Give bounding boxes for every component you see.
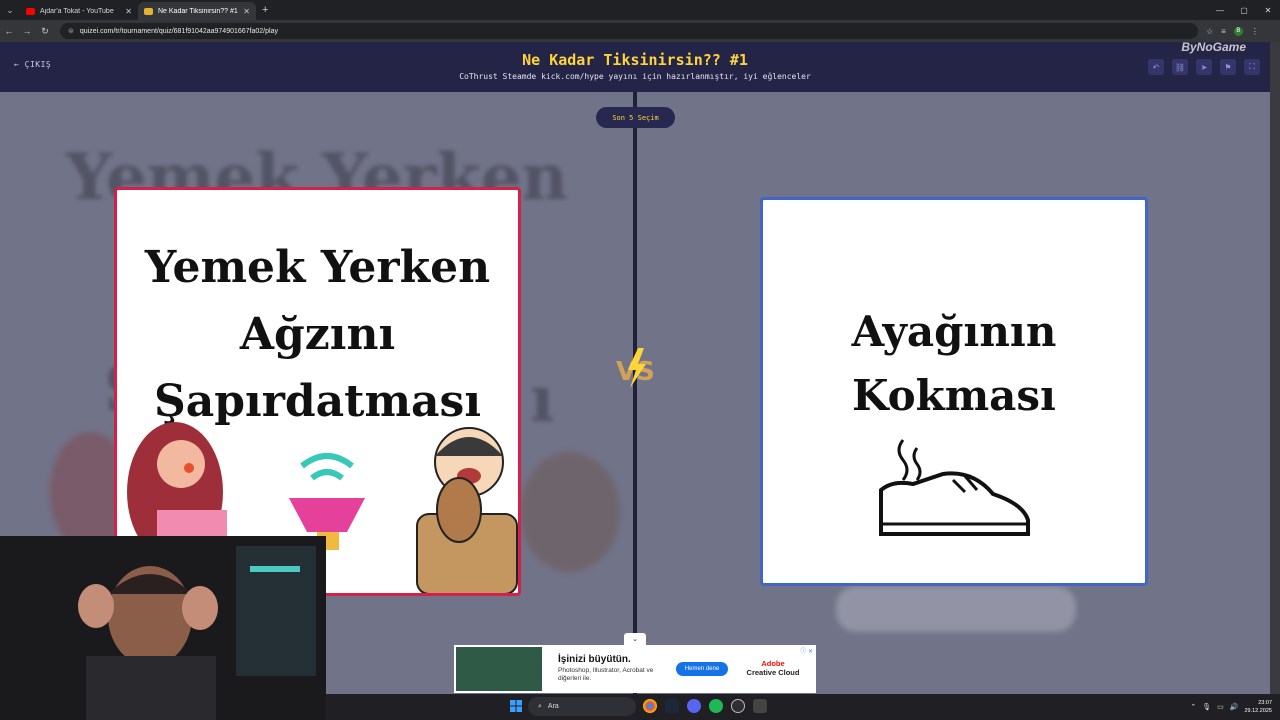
windows-start-icon[interactable] xyxy=(510,700,522,712)
choice-line: Kokması xyxy=(852,371,1056,420)
choice-label: Ayağının Kokması xyxy=(763,300,1145,428)
obs-app-icon[interactable] xyxy=(731,699,745,713)
maximize-icon[interactable]: ▢ xyxy=(1232,0,1256,20)
quiz-subtitle: CoThrust Steamde kick.com/hype yayını iç… xyxy=(459,72,811,81)
ad-brand: Adobe Creative Cloud xyxy=(740,659,806,677)
browser-tab-strip: ⌄ Ajdar'a Tokat - YouTube ✕ Ne Kadar Tik… xyxy=(0,0,1280,20)
send-icon[interactable]: ➤ xyxy=(1196,59,1212,75)
tab-youtube[interactable]: Ajdar'a Tokat - YouTube ✕ xyxy=(20,2,138,20)
menu-icon[interactable]: ⋮ xyxy=(1251,27,1259,36)
clock[interactable]: 23:07 29.12.2025 xyxy=(1244,699,1272,715)
clock-time: 23:07 xyxy=(1258,700,1272,706)
taskbar-search[interactable]: ⌕ Ara xyxy=(528,697,636,716)
choice-line: Yemek Yerken xyxy=(144,242,491,293)
quiz-header: ← ÇIKIŞ Ne Kadar Tiksinirsin?? #1 CoThru… xyxy=(0,42,1270,92)
reload-button[interactable]: ↻ xyxy=(36,20,54,42)
vs-emblem: VS xyxy=(616,348,655,388)
ad-banner[interactable]: İşinizi büyütün. Photoshop, Illustrator,… xyxy=(454,645,816,693)
site-info-icon[interactable]: ⊜ xyxy=(68,27,74,35)
flag-icon[interactable]: ⚑ xyxy=(1220,59,1236,75)
new-tab-button[interactable]: + xyxy=(262,4,268,16)
stream-watermark: ByNoGame xyxy=(1181,40,1246,54)
ad-image xyxy=(456,647,542,691)
header-tools: ↶ ⛓ ➤ ⚑ ⛶ xyxy=(1148,59,1260,75)
profile-avatar[interactable]: B xyxy=(1233,26,1243,36)
bookmark-star-icon[interactable]: ☆ xyxy=(1206,27,1213,36)
system-tray: ⌃ 🎙 ▭ 🔊 23:07 29.12.2025 xyxy=(1190,694,1280,720)
choice-card-right[interactable]: Ayağının Kokması xyxy=(760,197,1148,586)
tab-title: Ne Kadar Tiksinirsin?? #1 - Tier xyxy=(158,7,239,15)
spotify-app-icon[interactable] xyxy=(709,699,723,713)
tab-search-icon[interactable]: ⌄ xyxy=(0,0,20,20)
close-tab-icon[interactable]: ✕ xyxy=(243,7,250,16)
quiz-title: Ne Kadar Tiksinirsin?? #1 xyxy=(522,51,748,69)
tray-expand-icon[interactable]: ⌃ xyxy=(1190,703,1196,711)
close-window-icon[interactable]: ✕ xyxy=(1256,0,1280,20)
search-placeholder: Ara xyxy=(547,703,559,710)
extensions-icon[interactable]: ≡ xyxy=(1221,27,1226,36)
minimize-icon[interactable]: — xyxy=(1208,0,1232,20)
forward-button[interactable]: → xyxy=(18,20,36,42)
ad-headline: İşinizi büyütün. xyxy=(558,654,631,665)
choice-line: Ayağının xyxy=(851,307,1057,356)
last-five-choices-button[interactable]: Son 5 Seçim xyxy=(596,107,675,128)
url-text: quizei.com/tr/tournament/quiz/681f91042a… xyxy=(79,27,278,35)
page-scrollbar[interactable] xyxy=(1270,42,1280,694)
adobe-logo-text: Adobe xyxy=(761,659,785,668)
ad-collapse-button[interactable]: ⌄ xyxy=(624,633,646,645)
network-icon[interactable]: ▭ xyxy=(1217,703,1224,711)
window-controls: — ▢ ✕ xyxy=(1208,0,1280,20)
ad-body: Photoshop, Illustrator, Acrobat ve diğer… xyxy=(558,667,654,682)
tab-quiz[interactable]: Ne Kadar Tiksinirsin?? #1 - Tier ✕ xyxy=(138,2,256,20)
choice-line: Ağzını xyxy=(239,309,396,360)
address-toolbar: ← → ↻ ⊜ quizei.com/tr/tournament/quiz/68… xyxy=(0,20,1280,42)
discord-app-icon[interactable] xyxy=(687,699,701,713)
smelly-shoe-icon xyxy=(879,439,1030,536)
tab-title: Ajdar'a Tokat - YouTube xyxy=(40,7,114,15)
undo-icon[interactable]: ↶ xyxy=(1148,59,1164,75)
speaker-icon[interactable]: 🔊 xyxy=(1230,703,1239,711)
quizei-icon xyxy=(144,7,153,15)
ad-info-icons[interactable]: ⓘ ✕ xyxy=(800,646,813,655)
url-field[interactable]: ⊜ quizei.com/tr/tournament/quiz/681f9104… xyxy=(60,23,1198,39)
microphone-icon[interactable]: 🎙 xyxy=(1202,703,1211,711)
center-divider xyxy=(633,92,637,694)
steam-app-icon[interactable] xyxy=(665,699,679,713)
link-icon[interactable]: ⛓ xyxy=(1172,59,1188,75)
chrome-app-icon[interactable] xyxy=(643,699,657,713)
creative-cloud-text: Creative Cloud xyxy=(746,668,800,677)
youtube-icon xyxy=(26,7,35,15)
clock-date: 29.12.2025 xyxy=(1244,708,1272,714)
close-tab-icon[interactable]: ✕ xyxy=(125,7,132,16)
ad-cta-button[interactable]: Hemen dene xyxy=(676,662,728,676)
back-button[interactable]: ← xyxy=(0,20,18,42)
app-icon[interactable] xyxy=(753,699,767,713)
choice-label: Yemek Yerken Ağzını Şapırdatması xyxy=(117,234,518,435)
webcam-overlay xyxy=(0,536,326,720)
search-icon: ⌕ xyxy=(538,702,542,710)
windows-taskbar: ⌕ Ara ⌃ 🎙 ▭ 🔊 23:07 29.12.2025 xyxy=(326,694,1280,720)
choice-card-left[interactable]: Yemek Yerken Ağzını Şapırdatması xyxy=(114,187,521,596)
fullscreen-icon[interactable]: ⛶ xyxy=(1244,59,1260,75)
